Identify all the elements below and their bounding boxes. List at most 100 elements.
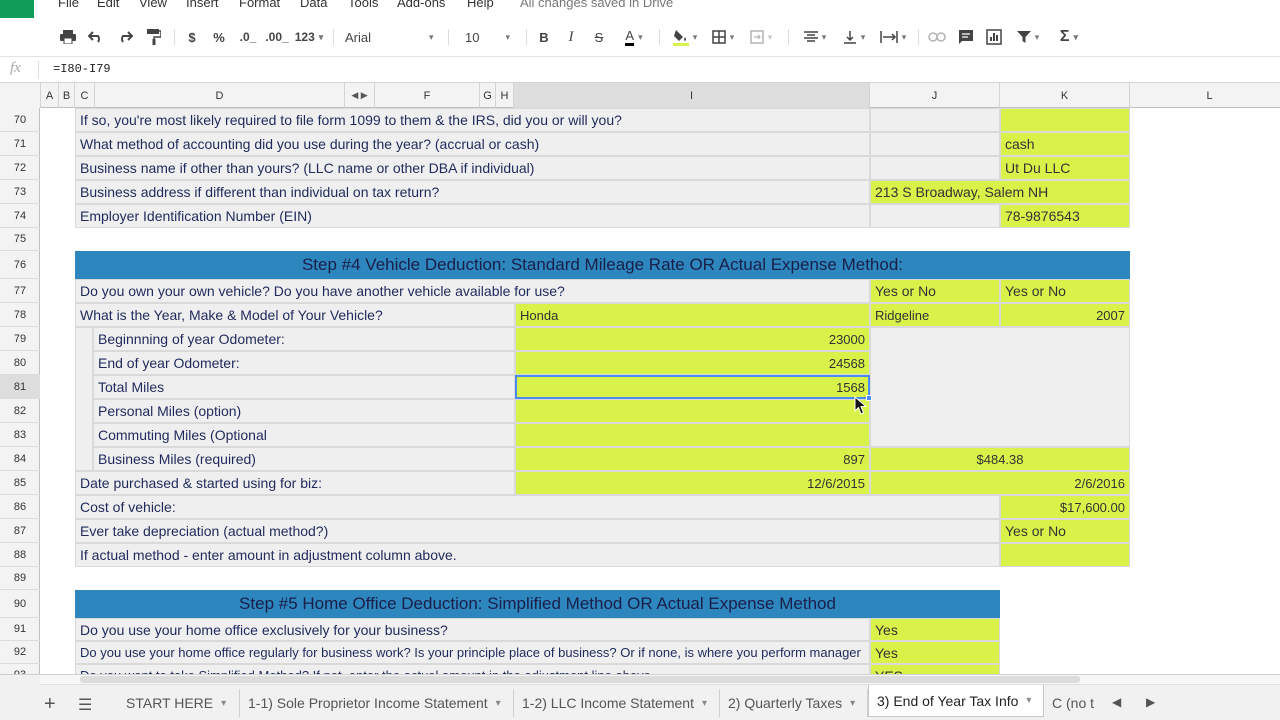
text-wrap-button[interactable] bbox=[875, 26, 911, 48]
cell-j70[interactable] bbox=[870, 108, 1000, 132]
cell-i80[interactable]: 24568 bbox=[515, 351, 870, 375]
chevron-down-icon[interactable]: ▾ bbox=[221, 698, 226, 709]
row-header[interactable]: 89 bbox=[0, 567, 40, 590]
section-header-home-office[interactable]: Step #5 Home Office Deduction: Simplifie… bbox=[75, 590, 1000, 618]
sheet-tab[interactable]: 1-2) LLC Income Statement ▾ bbox=[514, 689, 720, 717]
cell-d71[interactable]: What method of accounting did you use du… bbox=[75, 132, 870, 156]
column-header-i[interactable]: I bbox=[514, 83, 870, 108]
formula-input[interactable]: =I80-I79 bbox=[53, 62, 111, 76]
cell-j73[interactable]: 213 S Broadway, Salem NH bbox=[870, 180, 1130, 204]
row-header[interactable]: 86 bbox=[0, 495, 40, 519]
cell-j74[interactable] bbox=[870, 204, 1000, 228]
menu-file[interactable]: File bbox=[58, 0, 79, 10]
row-header[interactable]: 70 bbox=[0, 108, 40, 132]
row-header[interactable]: 72 bbox=[0, 156, 40, 180]
cell-d84[interactable]: Business Miles (required) bbox=[93, 447, 515, 471]
insert-comment-icon[interactable] bbox=[955, 26, 977, 48]
row-header[interactable]: 87 bbox=[0, 519, 40, 543]
cell-d85[interactable]: Date purchased & started using for biz: bbox=[75, 471, 515, 495]
cell-d82[interactable]: Personal Miles (option) bbox=[93, 399, 515, 423]
column-header-k[interactable]: K bbox=[1000, 83, 1130, 108]
cell-d77[interactable]: Do you own your own vehicle? Do you have… bbox=[75, 279, 870, 303]
fill-color-button[interactable] bbox=[667, 26, 703, 48]
row-header[interactable]: 91 bbox=[0, 618, 40, 641]
cell-j84[interactable]: $484.38 bbox=[870, 447, 1130, 471]
cell-k86[interactable]: $17,600.00 bbox=[1000, 495, 1130, 519]
insert-link-icon[interactable] bbox=[926, 26, 948, 48]
borders-button[interactable] bbox=[706, 26, 740, 48]
column-header-a[interactable]: A bbox=[41, 83, 59, 108]
row-header[interactable]: 80 bbox=[0, 351, 40, 375]
all-sheets-menu-icon[interactable]: ☰ bbox=[78, 695, 92, 715]
horizontal-align-button[interactable] bbox=[798, 26, 832, 48]
column-header-d[interactable]: D bbox=[95, 83, 345, 108]
row-header[interactable]: 78 bbox=[0, 303, 40, 327]
row-header[interactable]: 90 bbox=[0, 590, 40, 618]
cell-d80[interactable]: End of year Odometer: bbox=[93, 351, 515, 375]
cell-i81-selected[interactable]: 1568 bbox=[515, 375, 870, 399]
cell-d92[interactable]: Do you use your home office regularly fo… bbox=[75, 641, 870, 664]
cell-k87[interactable]: Yes or No bbox=[1000, 519, 1130, 543]
chevron-down-icon[interactable]: ▾ bbox=[496, 698, 501, 709]
cell-d88[interactable]: If actual method - enter amount in adjus… bbox=[75, 543, 1000, 567]
menu-view[interactable]: View bbox=[139, 0, 167, 10]
select-all-corner[interactable] bbox=[0, 83, 41, 108]
chevron-down-icon[interactable]: ▾ bbox=[1026, 695, 1031, 706]
scrollbar-thumb[interactable] bbox=[80, 676, 1080, 683]
row-header[interactable]: 92 bbox=[0, 641, 40, 664]
cell-j85[interactable]: 2/6/2016 bbox=[870, 471, 1130, 495]
menu-format[interactable]: Format bbox=[239, 0, 280, 10]
chevron-down-icon[interactable]: ▾ bbox=[850, 698, 855, 709]
cell-k78[interactable]: 2007 bbox=[1000, 303, 1130, 327]
percent-format-button[interactable]: % bbox=[211, 26, 227, 48]
cell-k70[interactable] bbox=[1000, 108, 1130, 132]
text-color-button[interactable]: A bbox=[617, 26, 651, 48]
row-header[interactable]: 81 bbox=[0, 375, 40, 399]
cell-grid[interactable]: If so, you're most likely required to fi… bbox=[41, 108, 1280, 674]
cell-i84[interactable]: 897 bbox=[515, 447, 870, 471]
row-header[interactable]: 75 bbox=[0, 228, 40, 251]
cell-d86[interactable]: Cost of vehicle: bbox=[75, 495, 1000, 519]
cell-i85[interactable]: 12/6/2015 bbox=[515, 471, 870, 495]
column-header-j[interactable]: J bbox=[870, 83, 1000, 108]
cell-i83[interactable] bbox=[515, 423, 870, 447]
row-header[interactable]: 85 bbox=[0, 471, 40, 495]
row-header[interactable]: 74 bbox=[0, 204, 40, 228]
cell-i79[interactable]: 23000 bbox=[515, 327, 870, 351]
chevron-down-icon[interactable]: ▾ bbox=[702, 698, 707, 709]
cell-k74[interactable]: 78-9876543 bbox=[1000, 204, 1130, 228]
cell-d87[interactable]: Ever take depreciation (actual method?) bbox=[75, 519, 1000, 543]
menu-insert[interactable]: Insert bbox=[186, 0, 219, 10]
column-header-c[interactable]: C bbox=[75, 83, 95, 108]
cell-d83[interactable]: Commuting Miles (Optional bbox=[93, 423, 515, 447]
cell-d73[interactable]: Business address if different than indiv… bbox=[75, 180, 870, 204]
sheet-tab-active[interactable]: 3) End of Year Tax Info ▾ bbox=[868, 685, 1044, 717]
menu-help[interactable]: Help bbox=[467, 0, 494, 10]
more-formats-dropdown[interactable]: 123 bbox=[292, 26, 326, 48]
row-header[interactable]: 76 bbox=[0, 251, 40, 279]
column-header-f[interactable]: F bbox=[375, 83, 480, 108]
sheet-tab[interactable]: 1-1) Sole Proprietor Income Statement ▾ bbox=[240, 689, 514, 717]
currency-format-button[interactable]: $ bbox=[184, 26, 200, 48]
menu-tools[interactable]: Tools bbox=[348, 0, 378, 10]
column-header-g[interactable]: G bbox=[480, 83, 496, 108]
row-header[interactable]: 73 bbox=[0, 180, 40, 204]
hidden-column-arrows-icon[interactable]: ◀ ▶ bbox=[345, 83, 375, 108]
row-header[interactable]: 77 bbox=[0, 279, 40, 303]
row-header[interactable]: 82 bbox=[0, 399, 40, 423]
insert-chart-icon[interactable] bbox=[983, 26, 1005, 48]
menu-data[interactable]: Data bbox=[300, 0, 327, 10]
font-size-dropdown[interactable]: 10 ▾ bbox=[465, 26, 517, 48]
row-header[interactable]: 71 bbox=[0, 132, 40, 156]
menu-edit[interactable]: Edit bbox=[97, 0, 119, 10]
sheet-tab[interactable]: START HERE ▾ bbox=[118, 689, 240, 717]
cell-d81[interactable]: Total Miles bbox=[93, 375, 515, 399]
column-header-b[interactable]: B bbox=[59, 83, 75, 108]
cell-j77[interactable]: Yes or No bbox=[870, 279, 1000, 303]
row-header[interactable]: 88 bbox=[0, 543, 40, 567]
cell-d74[interactable]: Employer Identification Number (EIN) bbox=[75, 204, 870, 228]
cell-d93[interactable]: Do you want to take Simplified Method? I… bbox=[75, 664, 870, 674]
paint-format-icon[interactable] bbox=[144, 26, 164, 48]
cell-j91[interactable]: Yes bbox=[870, 618, 1000, 641]
vertical-align-button[interactable] bbox=[837, 26, 871, 48]
